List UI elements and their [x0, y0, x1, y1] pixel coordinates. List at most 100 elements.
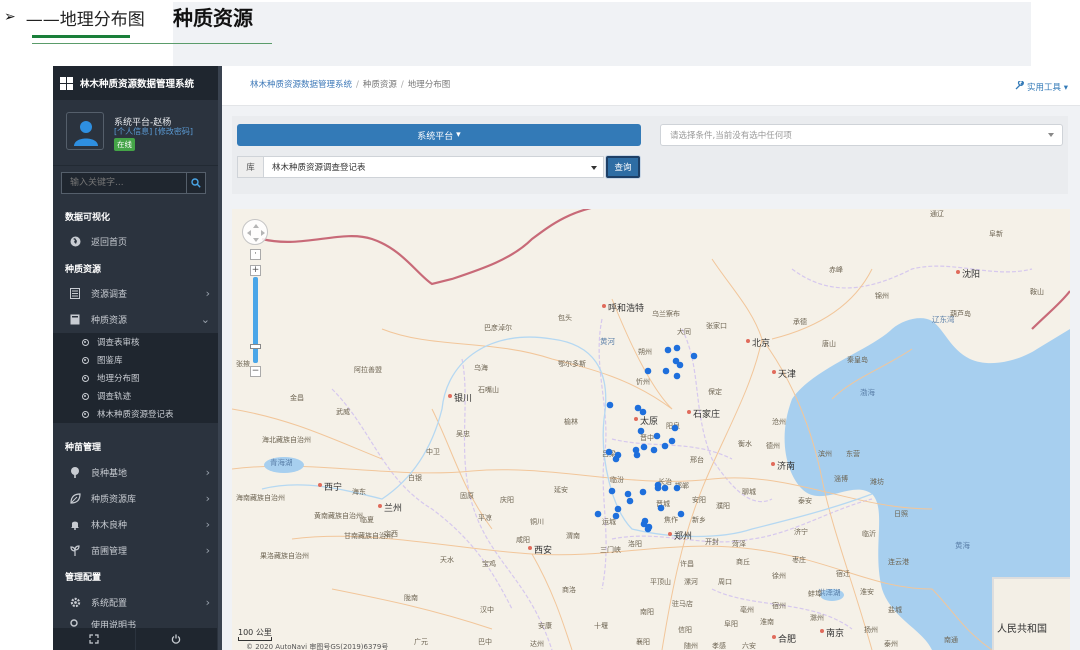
sidebar-item-germplasm-lib[interactable]: 种质资源库 › [53, 486, 218, 510]
zoom-out-button[interactable]: − [250, 366, 261, 377]
password-link[interactable]: [修改密码] [155, 127, 193, 136]
zoom-slider-handle[interactable] [250, 344, 261, 349]
overview-label: 人民共和国 [997, 624, 1047, 635]
heading-underline-thick [32, 35, 130, 38]
sidebar-item-label: 返回首页 [91, 237, 128, 248]
wrench-icon [1015, 80, 1025, 90]
distribution-point[interactable] [664, 346, 672, 354]
distribution-point[interactable] [668, 437, 676, 445]
map-zoom-control: · + − [250, 249, 262, 377]
globe-icon [69, 235, 81, 247]
map-copyright: © 2020 AutoNavi 审图号GS(2019)6379号 [246, 643, 389, 650]
condition-select[interactable]: 请选择条件,当前没有选中任何项 [660, 124, 1063, 146]
profile-link[interactable]: [个人信息] [114, 127, 152, 136]
distribution-point[interactable] [654, 481, 662, 489]
submenu-item-distribution-map[interactable]: 地理分布图 [53, 369, 218, 387]
condition-placeholder: 请选择条件,当前没有选中任何项 [670, 131, 792, 141]
breadcrumb-item-current: 地理分布图 [407, 80, 451, 90]
caret-down-icon [591, 166, 597, 170]
distribution-point[interactable] [690, 352, 698, 360]
sidebar-app-title[interactable]: 林木种质资源数据管理系统 [53, 66, 218, 100]
filter-panel: 系统平台 ▾ 请选择条件,当前没有选中任何项 库 林木种质资源调查登记表 查询 [232, 116, 1068, 194]
section-germplasm: 种质资源 [65, 265, 102, 275]
distribution-point[interactable] [644, 367, 652, 375]
section-visualization: 数据可视化 [65, 213, 111, 223]
avatar [66, 112, 104, 150]
sidebar-item-germplasm[interactable]: 种质资源 ⌄ [53, 307, 218, 331]
status-badge: 在线 [114, 138, 135, 151]
distribution-point[interactable] [639, 408, 647, 416]
distribution-point[interactable] [637, 427, 645, 435]
library-select[interactable]: 林木种质资源调查登记表 [264, 156, 604, 178]
distribution-point[interactable] [661, 442, 669, 450]
app-window: 林木种质资源数据管理系统 系统平台-赵杨 [个人信息] [修改密码] 在线 输入… [53, 66, 1080, 650]
pan-arrows-icon [247, 224, 265, 242]
search-input[interactable] [61, 172, 187, 194]
sidebar-item-label: 种质资源 [91, 315, 128, 326]
search-icon [191, 178, 201, 188]
logout-button[interactable] [136, 628, 218, 650]
submenu-item-register[interactable]: 林木种质资源登记表 [53, 405, 218, 423]
map-scale-bar [238, 637, 272, 641]
submenu-item-track[interactable]: 调查轨迹 [53, 387, 218, 405]
distribution-point[interactable] [662, 367, 670, 375]
library-value: 林木种质资源调查登记表 [272, 163, 366, 173]
distribution-point[interactable] [608, 487, 616, 495]
distribution-point[interactable] [626, 497, 634, 505]
distribution-point[interactable] [612, 455, 620, 463]
sidebar-item-home[interactable]: 返回首页 [53, 229, 218, 253]
distribution-point[interactable] [671, 424, 679, 432]
sidebar-item-base[interactable]: 良种基地 › [53, 460, 218, 484]
sidebar-item-survey[interactable]: 资源调查 › [53, 281, 218, 305]
distribution-point[interactable] [673, 344, 681, 352]
distribution-point[interactable] [650, 446, 658, 454]
map-pan-control[interactable] [242, 219, 268, 245]
zoom-slider-track[interactable] [253, 277, 258, 363]
sidebar-search [61, 172, 206, 194]
chevron-down-icon: ⌄ [200, 313, 210, 326]
distribution-point[interactable] [673, 484, 681, 492]
sidebar-item-label: 良种基地 [91, 468, 128, 479]
breadcrumb-item-germplasm[interactable]: 种质资源 [363, 80, 397, 90]
submenu-item-review[interactable]: 调查表审核 [53, 333, 218, 351]
sidebar-item-nursery[interactable]: 苗圃管理 › [53, 538, 218, 562]
distribution-point[interactable] [606, 401, 614, 409]
distribution-point[interactable] [640, 443, 648, 451]
distribution-point[interactable] [612, 512, 620, 520]
circle-dot-icon [82, 374, 89, 382]
sidebar-item-sys-config[interactable]: 系统配置 › [53, 590, 218, 614]
submenu-item-atlas[interactable]: 图鉴库 [53, 351, 218, 369]
distribution-point[interactable] [676, 361, 684, 369]
leaf-icon [69, 492, 81, 504]
sidebar-item-fine-seed[interactable]: 林木良种 › [53, 512, 218, 536]
distribution-point[interactable] [657, 504, 665, 512]
distribution-point[interactable] [624, 490, 632, 498]
breadcrumb-item-home[interactable]: 林木种质资源数据管理系统 [250, 80, 352, 90]
breadcrumb: 林木种质资源数据管理系统 / 种质资源 / 地理分布图 [250, 80, 451, 90]
distribution-point[interactable] [633, 451, 641, 459]
grid-icon [60, 76, 73, 90]
sidebar-item-label: 系统配置 [91, 598, 128, 609]
sprout-icon [69, 544, 81, 556]
map-overview[interactable]: 人民共和国 [992, 577, 1070, 650]
distribution-point[interactable] [594, 510, 602, 518]
tools-menu[interactable]: 实用工具 ▾ [1015, 80, 1068, 93]
query-button[interactable]: 查询 [606, 156, 640, 178]
distribution-point[interactable] [639, 488, 647, 496]
distribution-point[interactable] [605, 448, 613, 456]
distribution-point[interactable] [677, 510, 685, 518]
platform-dropdown-button[interactable]: 系统平台 ▾ [237, 124, 641, 146]
fullscreen-button[interactable] [53, 628, 136, 650]
sidebar-item-label: 资源调查 [91, 289, 128, 300]
distribution-point[interactable] [653, 432, 661, 440]
search-button[interactable] [187, 172, 206, 194]
circle-dot-icon [82, 392, 89, 400]
distribution-point[interactable] [661, 484, 669, 492]
distribution-point[interactable] [673, 372, 681, 380]
zoom-plus-button[interactable]: + [250, 265, 261, 276]
distribution-map[interactable]: 渤海 黄海 辽东湾 洪泽湖 黄河 青海湖 北京 天津 太原 石家庄 呼和浩特 沈… [232, 209, 1070, 650]
distribution-point[interactable] [640, 520, 648, 528]
distribution-point[interactable] [614, 505, 622, 513]
distribution-points [594, 344, 698, 533]
zoom-in-button[interactable]: · [250, 249, 261, 260]
